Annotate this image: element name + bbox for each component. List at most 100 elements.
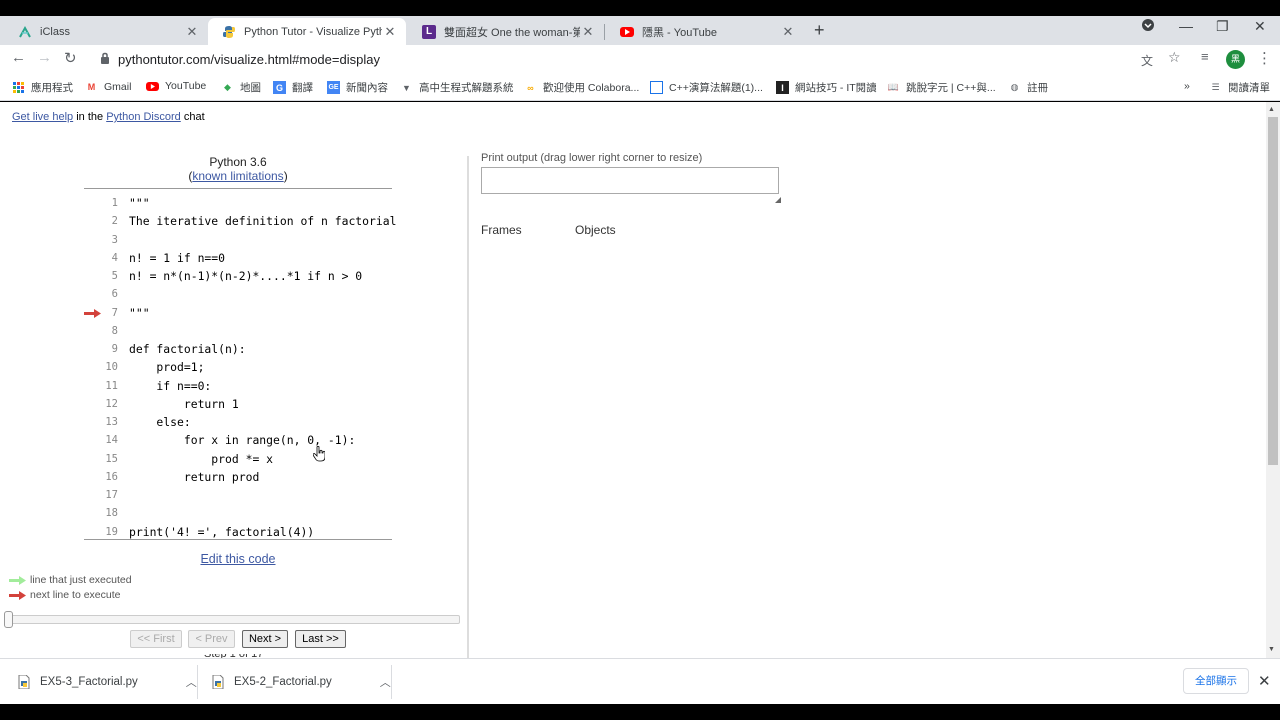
code-line[interactable]: 10 prod=1; xyxy=(84,359,404,377)
live-help-link[interactable]: Get live help xyxy=(12,111,73,123)
close-icon[interactable]: ✕ xyxy=(780,24,796,40)
close-shelf-icon[interactable]: ✕ xyxy=(1258,672,1271,690)
bookmark-escape[interactable]: 📖 跳脫字元 | C++與... xyxy=(887,80,996,95)
code-line[interactable]: 3 xyxy=(84,232,404,250)
bookmark-news[interactable]: GE 新聞內容 xyxy=(327,80,388,95)
code-text: n! = 1 if n==0 xyxy=(129,250,226,265)
minimize-icon[interactable]: — xyxy=(1179,18,1193,34)
bottom-black-bar xyxy=(0,704,1280,720)
frames-label: Frames xyxy=(481,223,522,237)
download-item-1[interactable]: EX5-3_Factorial.py ︿ xyxy=(18,659,197,705)
bookmark-zerojudge[interactable]: ▼ 高中生程式解題系統 xyxy=(400,80,513,95)
code-line[interactable]: 12 return 1 xyxy=(84,396,404,414)
line-number: 9 xyxy=(111,343,118,355)
tab-search-icon[interactable] xyxy=(1141,18,1155,35)
code-line[interactable]: 2 The iterative definition of n factorial xyxy=(84,213,404,231)
edit-code-link[interactable]: Edit this code xyxy=(84,552,392,566)
code-line[interactable]: 4 n! = 1 if n==0 xyxy=(84,250,404,268)
bookmark-apps[interactable]: 應用程式 xyxy=(12,80,73,95)
show-all-downloads-button[interactable]: 全部顯示 xyxy=(1183,668,1249,694)
code-line[interactable]: 11 if n==0: xyxy=(84,378,404,396)
bookmark-youtube[interactable]: YouTube xyxy=(146,80,206,92)
omnibox[interactable]: pythontutor.com/visualize.html#mode=disp… xyxy=(90,47,1198,72)
code-line[interactable]: 1 """ xyxy=(84,195,404,213)
code-line[interactable]: 5 n! = n*(n-1)*(n-2)*....*1 if n > 0 xyxy=(84,268,404,286)
line-number: 14 xyxy=(105,434,118,447)
prev-button[interactable]: < Prev xyxy=(188,630,235,648)
menu-kebab-icon[interactable]: ⋮ xyxy=(1257,49,1272,67)
scroll-up-icon[interactable]: ▲ xyxy=(1268,106,1275,113)
line-number: 4 xyxy=(111,251,118,264)
tab-drama[interactable]: L 雙面超女 One the woman-第5集 ✕ xyxy=(408,18,604,45)
bookmark-colab[interactable]: ∞ 歡迎使用 Colabora... xyxy=(524,80,639,95)
red-arrow-icon xyxy=(9,590,26,600)
line-number: 15 xyxy=(105,452,118,465)
tab-iclass[interactable]: iClass ✕ xyxy=(4,18,208,45)
bookmark-gmail[interactable]: M Gmail xyxy=(85,80,132,93)
next-line-arrow-icon xyxy=(84,308,101,318)
chevron-up-icon[interactable]: ︿ xyxy=(186,674,197,690)
download-item-2[interactable]: EX5-2_Factorial.py ︿ xyxy=(212,659,391,705)
next-button[interactable]: Next > xyxy=(242,630,288,648)
close-icon[interactable]: ✕ xyxy=(580,24,596,40)
code-text: n! = n*(n-1)*(n-2)*....*1 if n > 0 xyxy=(129,269,363,283)
live-help-line: Get live help in the Python Discord chat xyxy=(12,111,205,123)
youtube-icon xyxy=(146,81,159,91)
discord-link[interactable]: Python Discord xyxy=(106,111,181,123)
print-output-box[interactable] xyxy=(481,167,779,194)
code-line[interactable]: 16 return prod xyxy=(84,469,404,487)
code-line[interactable]: 15 prod *= x xyxy=(84,451,404,469)
close-icon[interactable]: ✕ xyxy=(184,24,200,40)
bookmark-cpp-algo[interactable]: C++演算法解題(1)... xyxy=(650,80,763,95)
code-text: """ xyxy=(129,196,150,210)
code-line[interactable]: 8 xyxy=(84,323,404,341)
window-close-icon[interactable]: ✕ xyxy=(1254,18,1266,35)
first-button[interactable]: << First xyxy=(130,630,182,648)
close-icon[interactable]: ✕ xyxy=(382,24,398,40)
reading-list[interactable]: ☰ 閱讀清單 xyxy=(1209,80,1270,95)
scrollbar-thumb[interactable] xyxy=(1268,117,1278,465)
scroll-down-icon[interactable]: ▼ xyxy=(1268,646,1275,653)
forward-arrow-icon[interactable]: → xyxy=(37,49,52,66)
execution-slider[interactable] xyxy=(6,615,460,624)
bookmark-it[interactable]: I 網站技巧 - IT閱讀 xyxy=(776,80,877,95)
chevron-up-icon[interactable]: ︿ xyxy=(380,674,391,690)
python-version-header: Python 3.6 (known limitations) xyxy=(188,155,288,183)
code-line[interactable]: 17 xyxy=(84,487,404,505)
bookmark-maps[interactable]: ◆ 地圖 xyxy=(221,80,261,95)
code-line[interactable]: 18 xyxy=(84,505,404,523)
panel-divider xyxy=(467,156,469,658)
bookmark-translate[interactable]: G 翻譯 xyxy=(273,80,313,95)
code-line[interactable]: 6 xyxy=(84,286,404,304)
tab-python-tutor[interactable]: Python Tutor - Visualize Python ✕ xyxy=(208,18,406,45)
slider-handle[interactable] xyxy=(4,611,13,628)
resize-handle-icon[interactable] xyxy=(775,197,781,203)
media-control-icon[interactable]: ≡ xyxy=(1201,49,1209,64)
it-icon: I xyxy=(776,81,789,94)
last-button[interactable]: Last >> xyxy=(295,630,346,648)
code-line[interactable]: 7 """ xyxy=(84,305,404,323)
maximize-icon[interactable]: ❐ xyxy=(1216,18,1229,35)
code-line[interactable]: 13 else: xyxy=(84,414,404,432)
code-text: def factorial(n): xyxy=(129,342,246,356)
page-content: Get live help in the Python Discord chat… xyxy=(0,102,1266,658)
translate-icon: G xyxy=(273,81,286,94)
known-limitations-link[interactable]: known limitations xyxy=(192,169,283,183)
python-icon xyxy=(222,25,236,39)
code-line[interactable]: 14 for x in range(n, 0, -1): xyxy=(84,432,404,450)
avatar[interactable]: 黑 xyxy=(1226,50,1245,69)
bookmark-register[interactable]: ◍ 註冊 xyxy=(1008,80,1048,95)
line-number: 8 xyxy=(111,324,118,337)
code-text: return prod xyxy=(129,469,260,484)
back-arrow-icon[interactable]: ← xyxy=(11,49,26,66)
bookmark-star-icon[interactable]: ☆ xyxy=(1168,49,1181,66)
reload-icon[interactable]: ↻ xyxy=(64,49,77,67)
new-tab-plus-icon[interactable]: + xyxy=(814,20,825,41)
translate-page-icon[interactable]: 文 xyxy=(1141,52,1153,69)
tab-youtube[interactable]: 隱黑 - YouTube ✕ xyxy=(606,18,804,45)
line-number: 11 xyxy=(105,379,118,392)
line-number: 10 xyxy=(105,361,118,374)
code-text: """ xyxy=(129,305,150,320)
more-bookmarks-icon[interactable]: » xyxy=(1184,80,1190,92)
code-line[interactable]: 9 def factorial(n): xyxy=(84,341,404,359)
